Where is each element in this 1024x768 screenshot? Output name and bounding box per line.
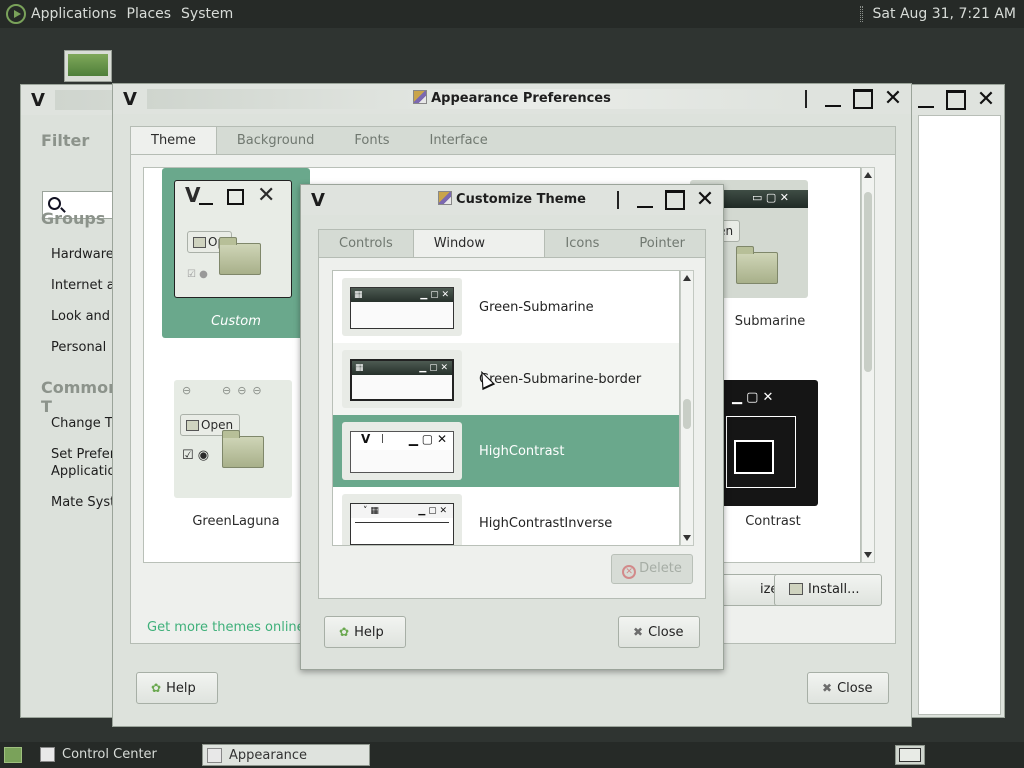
close-icon[interactable]: ✕ [974,89,998,111]
help-icon: ✿ [339,625,350,639]
appearance-icon [413,90,428,104]
scroll-up-icon[interactable] [683,275,691,281]
panel-separator [859,6,863,22]
border-name: HighContrast [479,443,565,459]
theme-preview: V ✕ Op ☑ ● [174,180,292,298]
border-list-scrollbar[interactable] [680,270,694,546]
filter-heading: Filter [41,131,90,150]
group-personal[interactable]: Personal [51,340,106,355]
appearance-titlebar[interactable]: V Appearance Preferences ✕ [113,84,911,114]
appearance-tabs: Theme Background Fonts Interface [130,126,896,154]
border-name: Green-Submarine-border [479,371,642,387]
folder-icon [736,246,778,284]
maximize-icon[interactable] [944,89,968,111]
theme-grid-scrollbar[interactable] [861,167,875,563]
minimize-icon[interactable] [914,89,938,111]
customize-tabs: Controls Window Border Icons Pointer [318,229,706,279]
minimize-icon[interactable] [821,88,845,110]
mate-logo-icon[interactable] [6,4,26,24]
appearance-icon [438,191,453,205]
scroll-down-icon[interactable] [864,552,872,558]
menu-applications[interactable]: Applications [31,6,117,22]
window-border-panel: ▦ ▁ ▢ ✕ Green-Submarine ▦ ▁ ▢ ✕ Green-Subm… [318,257,706,599]
tab-theme[interactable]: Theme [131,127,217,154]
scrollbar-thumb[interactable] [683,399,691,429]
delete-icon: ✕ [622,565,637,579]
customize-theme-window: V Customize Theme ✕ Controls Window Bord… [300,184,724,670]
groups-heading: Groups [41,209,106,228]
close-icon[interactable]: ✕ [693,189,717,211]
control-center-sidebar: Filter Groups Hardware Internet a Look a… [21,115,123,717]
appearance-help-button[interactable]: ✿ Help [136,672,218,704]
list-item[interactable]: ˅ ▦ ▁ ▢ ✕ HighContrastInverse [333,487,679,545]
workspace-switcher[interactable] [895,745,925,765]
window-border-list: ▦ ▁ ▢ ✕ Green-Submarine ▦ ▁ ▢ ✕ Green-Subm… [332,270,680,546]
show-desktop-icon[interactable] [4,747,22,763]
customize-help-button[interactable]: ✿ Help [324,616,406,648]
scroll-up-icon[interactable] [864,172,872,178]
theme-preview: ⊖ ⊖⊖⊖ Open ☑ ◉ [174,380,292,498]
top-panel: Applications Places System Sat Aug 31, 7… [0,0,1024,28]
minimize-icon[interactable] [633,189,657,211]
theme-tile-greenlaguna[interactable]: ⊖ ⊖⊖⊖ Open ☑ ◉ GreenLaguna [162,368,310,538]
tab-controls[interactable]: Controls [319,230,413,257]
scrollbar-thumb[interactable] [864,192,872,372]
group-hardware[interactable]: Hardware [51,247,114,262]
install-button[interactable]: Install... [774,574,882,606]
close-icon: ✖ [633,625,644,639]
group-internet[interactable]: Internet a [51,278,115,293]
window-title: Appearance Preferences [431,91,611,106]
task-appearance-preferences[interactable]: Appearance Prefere... [202,744,370,766]
theme-name-custom: Custom [211,314,261,329]
task-set-preferred[interactable]: Set Prefer [51,447,115,462]
maximize-icon[interactable] [851,88,875,110]
task-control-center[interactable]: Control Center [36,744,196,766]
control-center-icon [40,747,55,762]
border-name: HighContrastInverse [479,515,613,531]
tab-window-border[interactable]: Window Border [412,230,546,279]
appearance-close-button[interactable]: ✖ Close [807,672,889,704]
tab-background[interactable]: Background [217,127,335,154]
desktop-computer-icon[interactable] [64,50,112,82]
close-icon: ✖ [822,681,833,695]
task-change-theme[interactable]: Change Th [51,416,121,431]
border-name: Green-Submarine [479,299,594,315]
theme-name-submarine: Submarine [734,314,806,329]
clock[interactable]: Sat Aug 31, 7:21 AM [873,6,1016,22]
window-title: Customize Theme [456,192,586,207]
theme-name-greenlaguna: GreenLaguna [192,514,280,529]
delete-button[interactable]: ✕ Delete [611,554,693,584]
menu-places[interactable]: Places [127,6,172,22]
install-icon [789,583,803,595]
customize-close-button[interactable]: ✖ Close [618,616,700,648]
maximize-icon[interactable] [663,189,687,211]
folder-icon [219,237,261,275]
window-menu-icon[interactable]: V [21,90,55,111]
appearance-icon [207,748,222,763]
theme-name-contrast: Contrast [745,514,801,529]
list-item[interactable]: V | ▁ ▢ ✕ HighContrast [333,415,679,487]
list-item[interactable]: ▦ ▁ ▢ ✕ Green-Submarine-border [333,343,679,415]
help-icon: ✿ [151,681,162,695]
task-applications[interactable]: Applicatio [51,464,115,479]
folder-icon [222,430,264,468]
common-tasks-heading: Common T [41,378,120,416]
get-more-themes-link[interactable]: Get more themes online [147,620,305,635]
theme-tile-custom[interactable]: V ✕ Op ☑ ● Custom [162,168,310,338]
tab-pointer[interactable]: Pointer [619,230,705,257]
tab-interface[interactable]: Interface [409,127,507,154]
close-icon[interactable]: ✕ [881,88,905,110]
group-look-and-feel[interactable]: Look and [51,309,110,324]
menu-system[interactable]: System [181,6,233,22]
tab-fonts[interactable]: Fonts [334,127,409,154]
customize-titlebar[interactable]: V Customize Theme ✕ [301,185,723,215]
scroll-down-icon[interactable] [683,535,691,541]
bottom-taskbar: Control Center Appearance Prefere... [0,742,1024,768]
list-item[interactable]: ▦ ▁ ▢ ✕ Green-Submarine [333,271,679,343]
control-center-content [918,115,1001,715]
tab-icons[interactable]: Icons [545,230,619,257]
